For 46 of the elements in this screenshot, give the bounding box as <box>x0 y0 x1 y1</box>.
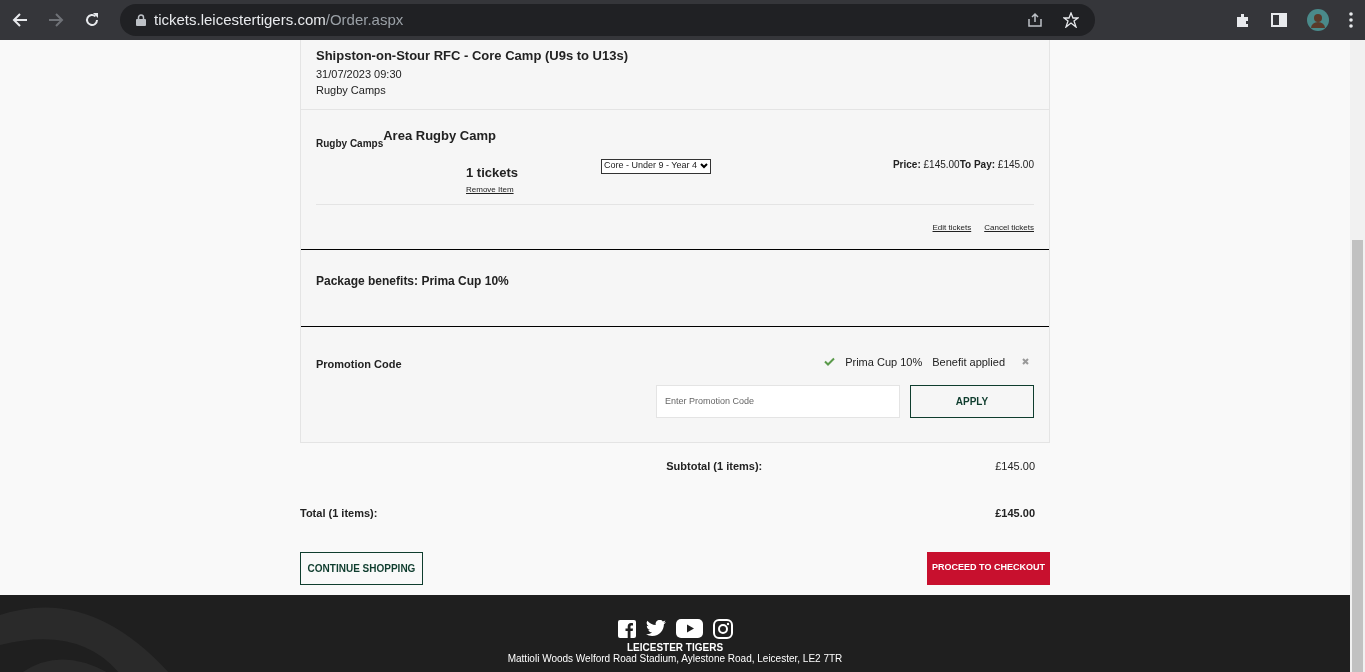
event-title: Shipston-on-Stour RFC - Core Camp (U9s to U13s) <box>316 47 629 65</box>
total-label: Total (1 items): <box>300 506 378 521</box>
item-category: Rugby Camps <box>316 137 384 151</box>
applied-code: Prima Cup 10% <box>845 354 923 370</box>
edit-tickets-link[interactable]: Edit tickets <box>932 221 972 234</box>
to-pay-text: To Pay: £145.00 <box>959 157 1034 172</box>
facebook-icon[interactable] <box>617 619 636 638</box>
scrollbar[interactable] <box>1350 40 1365 672</box>
sidebar-icon[interactable] <box>1271 12 1287 28</box>
event-category: Rugby Camps <box>316 83 387 98</box>
price-text: Price: £145.00 <box>892 157 960 172</box>
cancel-tickets-link[interactable]: Cancel tickets <box>984 221 1034 234</box>
subtotal-value: £145.00 <box>995 458 1035 474</box>
forward-icon[interactable] <box>48 12 64 28</box>
checkout-button[interactable]: PROCEED TO CHECKOUT <box>927 551 1050 585</box>
check-icon <box>824 357 836 367</box>
url-text: tickets.leicestertigers.com/Order.aspx <box>154 9 404 30</box>
remove-item-link[interactable]: Remove Item <box>466 184 514 196</box>
close-icon[interactable] <box>1022 358 1029 366</box>
promotion-code-field[interactable]: Enter Promotion Code <box>656 384 900 418</box>
promotion-label: Promotion Code <box>316 357 402 370</box>
menu-icon[interactable] <box>1349 12 1353 28</box>
address-bar[interactable]: tickets.leicestertigers.com/Order.aspx <box>120 4 1095 36</box>
instagram-icon[interactable] <box>712 618 733 639</box>
youtube-icon[interactable] <box>675 619 703 638</box>
ticket-quantity: 1 tickets <box>466 163 520 182</box>
total-value: £145.00 <box>995 506 1035 521</box>
footer-org-name: LEICESTER TIGERS <box>626 641 724 653</box>
twitter-icon[interactable] <box>645 620 666 637</box>
applied-status: Benefit applied <box>932 354 1005 370</box>
package-benefits: Package benefits: Prima Cup 10% <box>316 273 509 288</box>
chevron-down-icon <box>700 163 709 169</box>
continue-shopping-button[interactable]: CONTINUE SHOPPING <box>300 551 423 585</box>
puzzle-icon[interactable] <box>1235 12 1251 28</box>
apply-button[interactable]: APPLY <box>910 384 1034 418</box>
lock-icon <box>136 14 146 26</box>
reload-icon[interactable] <box>84 12 100 28</box>
item-name: Area Rugby Camp <box>383 126 496 143</box>
avatar-icon[interactable] <box>1307 9 1329 31</box>
back-icon[interactable] <box>12 12 28 28</box>
footer-address: Mattioli Woods Welford Road Stadium, Aylestone Road, Leicester, LE2 7TR <box>507 652 843 664</box>
ticket-type-select[interactable]: Core - Under 9 - Year 4 <box>601 158 712 174</box>
event-datetime: 31/07/2023 09:30 <box>316 66 403 82</box>
share-icon[interactable] <box>1027 12 1043 28</box>
star-icon[interactable] <box>1063 12 1079 28</box>
subtotal-label: Subtotal (1 items): <box>666 458 763 474</box>
